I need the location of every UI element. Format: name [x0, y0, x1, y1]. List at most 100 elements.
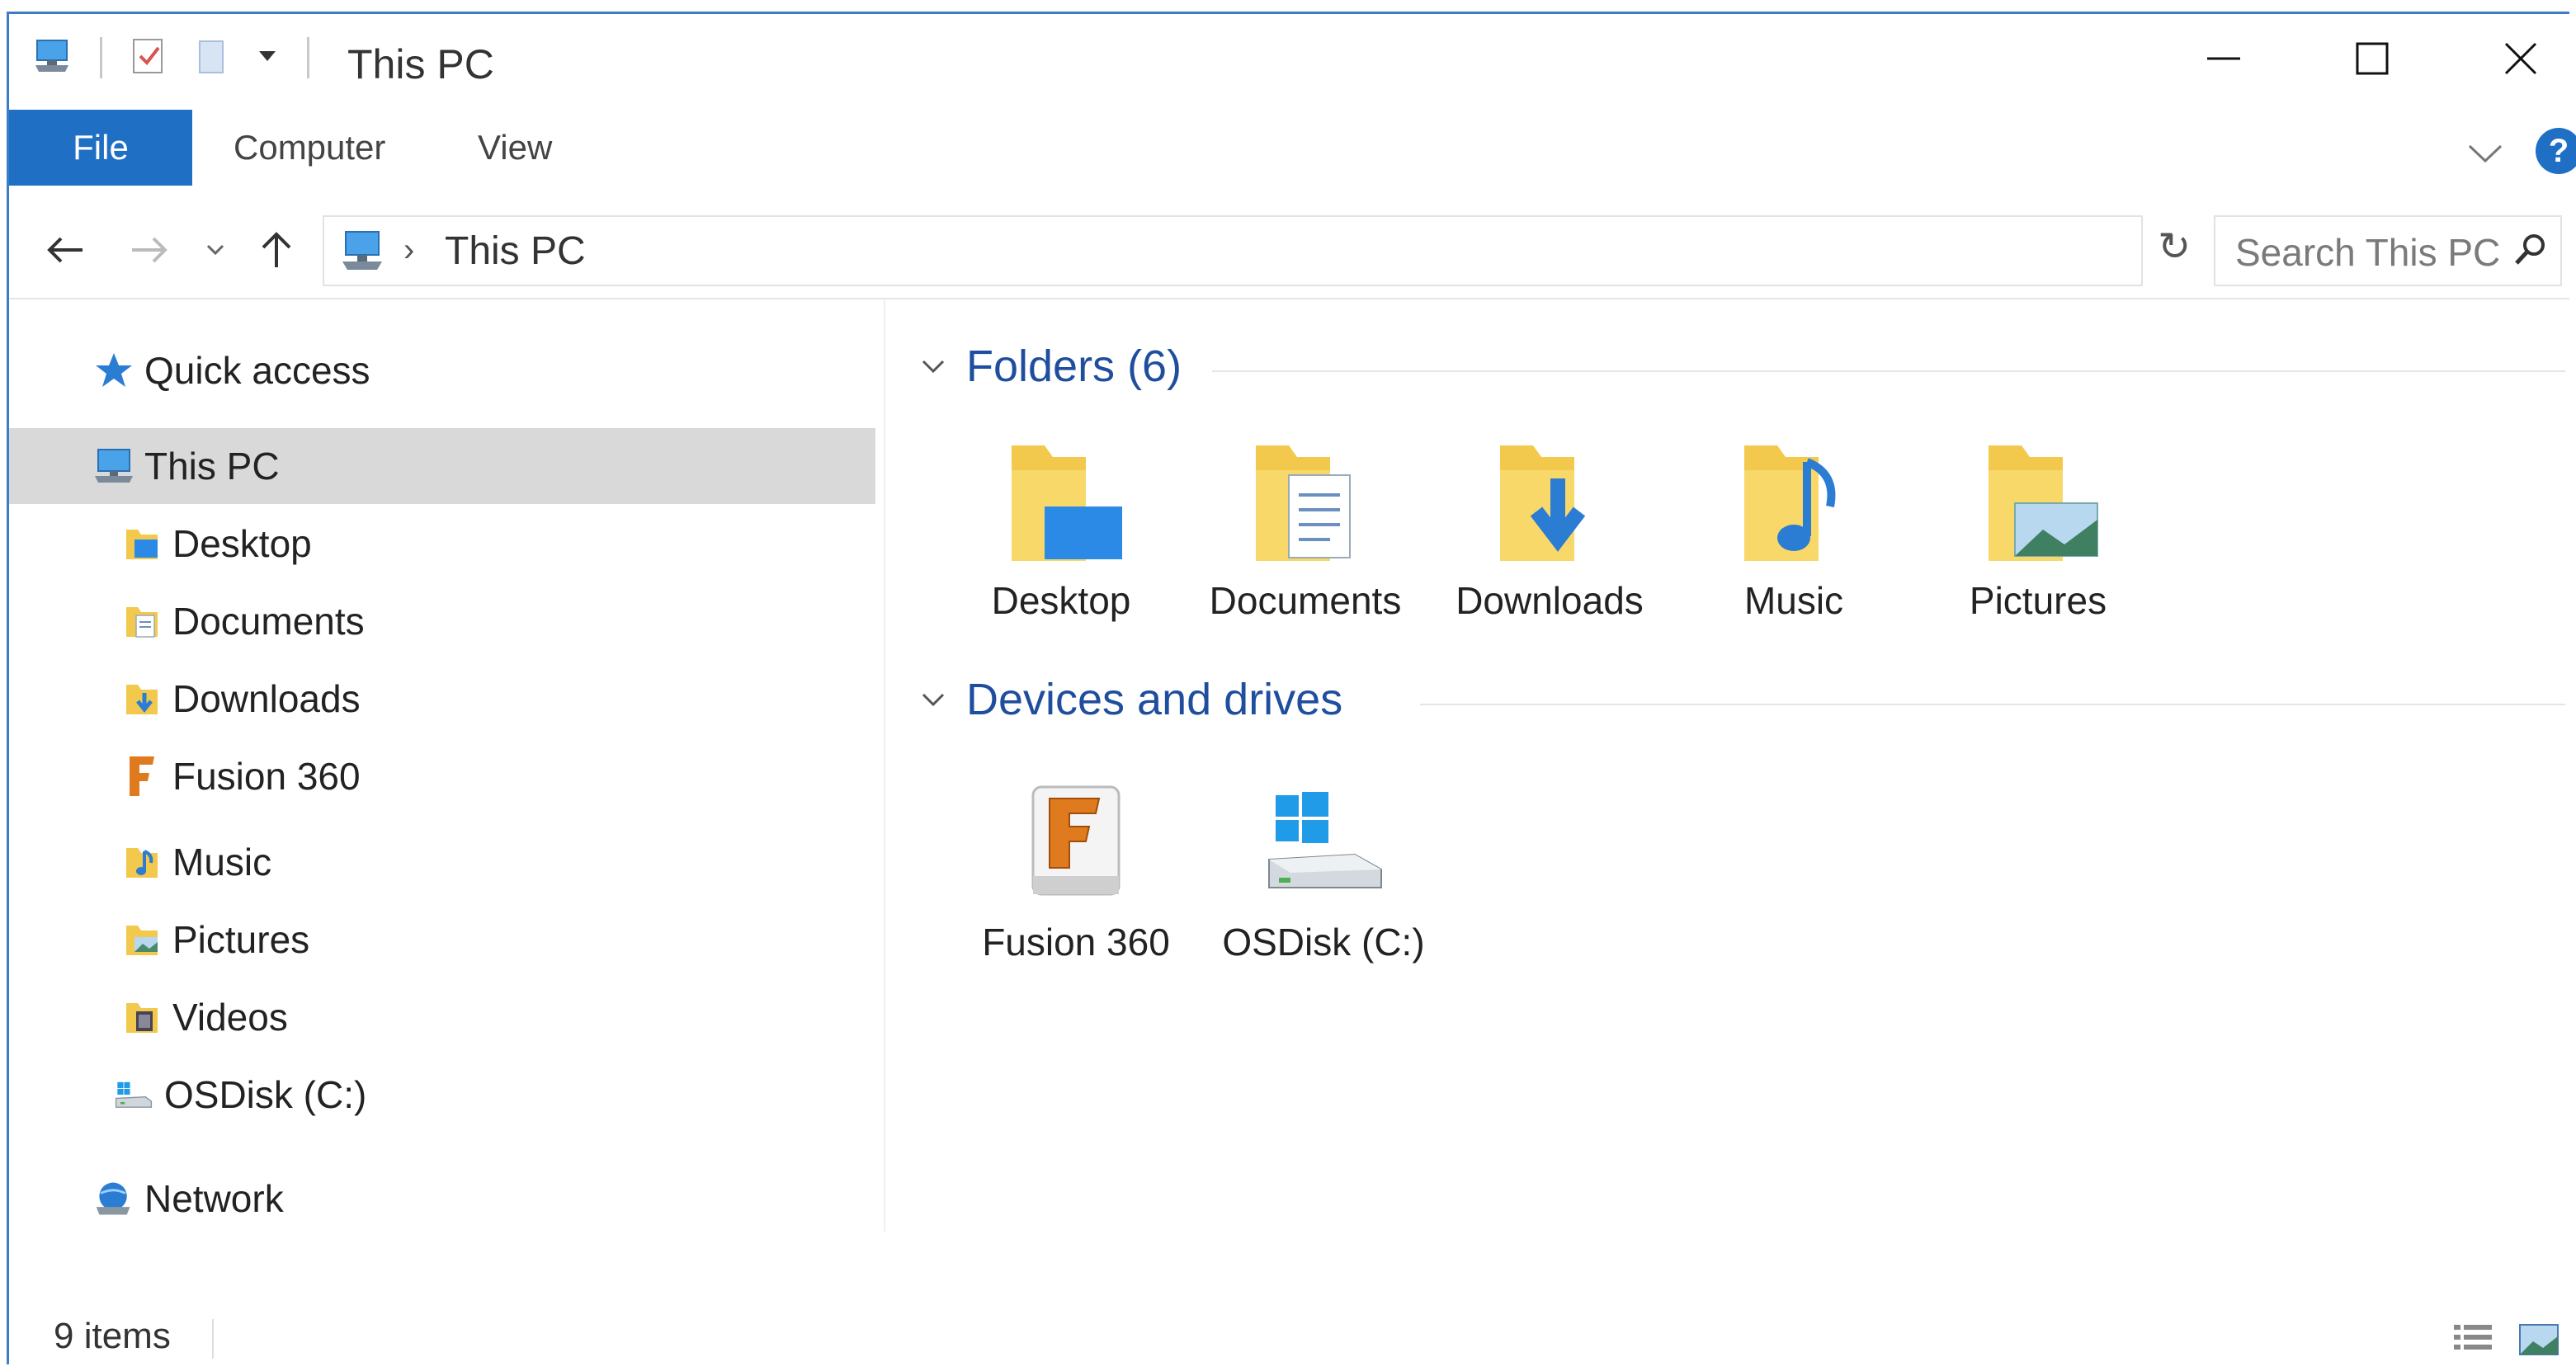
- address-bar[interactable]: › This PC: [323, 215, 2143, 286]
- downloads-folder-icon: [121, 678, 163, 719]
- nav-label: This PC: [144, 445, 280, 488]
- toolbar-separator: [307, 37, 309, 78]
- documents-folder-icon: [1235, 433, 1375, 573]
- tab-view[interactable]: View: [478, 110, 552, 186]
- pictures-folder-icon: [1968, 433, 2108, 573]
- tile-label: Fusion 360: [982, 921, 1170, 963]
- this-pc-icon: [93, 445, 134, 487]
- nav-label: Downloads: [172, 677, 361, 720]
- tile-label: Downloads: [1455, 579, 1644, 622]
- folder-tile-desktop[interactable]: Desktop: [950, 433, 1172, 623]
- refresh-button[interactable]: ↻: [2151, 222, 2197, 271]
- details-view-button[interactable]: [2450, 1319, 2496, 1360]
- nav-label: Fusion 360: [172, 755, 361, 798]
- group-divider: [1212, 370, 2565, 372]
- folders-group-title: Folders (6): [966, 342, 1182, 391]
- customize-toolbar-chevron-icon[interactable]: [256, 48, 279, 68]
- pictures-folder-icon: [121, 919, 163, 960]
- nav-item-downloads[interactable]: Downloads: [9, 661, 875, 737]
- tile-label: Music: [1743, 579, 1844, 622]
- close-button[interactable]: [2471, 29, 2570, 88]
- folder-tile-music[interactable]: Music: [1682, 433, 1905, 623]
- drive-icon: [113, 1074, 154, 1115]
- tab-computer[interactable]: Computer: [234, 110, 385, 186]
- nav-label: Videos: [172, 996, 288, 1039]
- properties-icon[interactable]: [130, 36, 167, 80]
- minimize-button[interactable]: [2174, 29, 2273, 88]
- recent-locations-chevron-icon[interactable]: [199, 225, 232, 275]
- nav-item-pictures[interactable]: Pictures: [9, 902, 875, 978]
- collapse-chevron-icon[interactable]: [917, 350, 950, 383]
- maximize-button[interactable]: [2323, 29, 2422, 88]
- folder-tile-pictures[interactable]: Pictures: [1927, 433, 2149, 623]
- network-icon: [93, 1178, 134, 1219]
- nav-label: Documents: [172, 600, 365, 643]
- nav-this-pc[interactable]: This PC: [9, 428, 875, 504]
- quick-access-toolbar: [32, 37, 309, 78]
- new-folder-icon[interactable]: [195, 36, 228, 80]
- folder-tile-documents[interactable]: Documents: [1194, 433, 1417, 623]
- large-icons-view-button[interactable]: [2516, 1319, 2562, 1360]
- this-pc-icon[interactable]: [32, 37, 72, 79]
- group-divider: [1420, 704, 2565, 705]
- tile-label: Pictures: [1969, 579, 2107, 622]
- tile-label: OSDisk (C:): [1222, 921, 1425, 963]
- nav-item-documents[interactable]: Documents: [9, 583, 875, 659]
- device-tile-osdisk[interactable]: OSDisk (C:): [1212, 775, 1435, 964]
- folder-tile-downloads[interactable]: Downloads: [1438, 433, 1661, 623]
- tile-label: Desktop: [991, 579, 1131, 622]
- breadcrumb-chevron-icon[interactable]: ›: [403, 232, 414, 269]
- device-tile-fusion-360[interactable]: Fusion 360: [965, 775, 1187, 964]
- search-icon[interactable]: [2512, 232, 2549, 272]
- star-icon: [93, 350, 134, 391]
- status-bar: 9 items: [9, 1314, 2569, 1367]
- content-pane: Folders (6) Desktop Documents Downloads: [892, 299, 2567, 1232]
- toolbar-separator: [100, 37, 102, 78]
- nav-quick-access[interactable]: Quick access: [9, 332, 875, 408]
- nav-item-music[interactable]: Music: [9, 824, 875, 900]
- nav-label: OSDisk (C:): [164, 1073, 367, 1116]
- up-button[interactable]: [252, 225, 301, 275]
- this-pc-icon: [337, 228, 387, 279]
- window-title: This PC: [347, 41, 494, 87]
- desktop-folder-icon: [121, 523, 163, 564]
- breadcrumb-this-pc[interactable]: This PC: [445, 228, 586, 274]
- fusion-360-drive-icon: [1006, 775, 1146, 915]
- search-box[interactable]: Search This PC: [2214, 215, 2562, 286]
- collapse-chevron-icon[interactable]: [917, 683, 950, 716]
- navigation-pane: Quick access This PC Desktop Documents D: [9, 299, 885, 1232]
- downloads-folder-icon: [1479, 433, 1620, 573]
- nav-item-desktop[interactable]: Desktop: [9, 506, 875, 582]
- ribbon: File Computer View ?: [9, 110, 2576, 196]
- folders-group-header[interactable]: Folders (6): [917, 341, 1182, 392]
- documents-folder-icon: [121, 601, 163, 642]
- nav-label: Desktop: [172, 522, 312, 565]
- nav-network[interactable]: Network: [9, 1161, 875, 1237]
- windows-drive-icon: [1253, 775, 1394, 915]
- forward-button[interactable]: [125, 225, 174, 275]
- explorer-window: This PC File Computer View ? › This PC ↻…: [7, 12, 2576, 1367]
- desktop-folder-icon: [991, 433, 1131, 573]
- help-button[interactable]: ?: [2536, 128, 2576, 174]
- search-input[interactable]: Search This PC: [2235, 230, 2500, 275]
- back-button[interactable]: [40, 225, 90, 275]
- navigation-bar: › This PC ↻ Search This PC: [9, 197, 2569, 299]
- nav-label: Quick access: [144, 349, 370, 392]
- nav-item-osdisk[interactable]: OSDisk (C:): [9, 1057, 875, 1133]
- devices-group-header[interactable]: Devices and drives: [917, 674, 1342, 725]
- music-folder-icon: [121, 841, 163, 883]
- status-separator: [212, 1319, 214, 1359]
- nav-item-videos[interactable]: Videos: [9, 979, 875, 1055]
- nav-label: Pictures: [172, 918, 310, 961]
- expand-ribbon-chevron-icon[interactable]: [2466, 141, 2504, 170]
- fusion-360-icon: [121, 756, 163, 797]
- music-folder-icon: [1724, 433, 1864, 573]
- nav-label: Network: [144, 1177, 284, 1220]
- tile-label: Documents: [1209, 579, 1402, 622]
- nav-item-fusion-360[interactable]: Fusion 360: [9, 738, 875, 814]
- title-bar: This PC: [9, 14, 2569, 97]
- videos-folder-icon: [121, 996, 163, 1038]
- nav-label: Music: [172, 841, 272, 883]
- devices-group-title: Devices and drives: [966, 675, 1343, 724]
- tab-file[interactable]: File: [9, 110, 192, 186]
